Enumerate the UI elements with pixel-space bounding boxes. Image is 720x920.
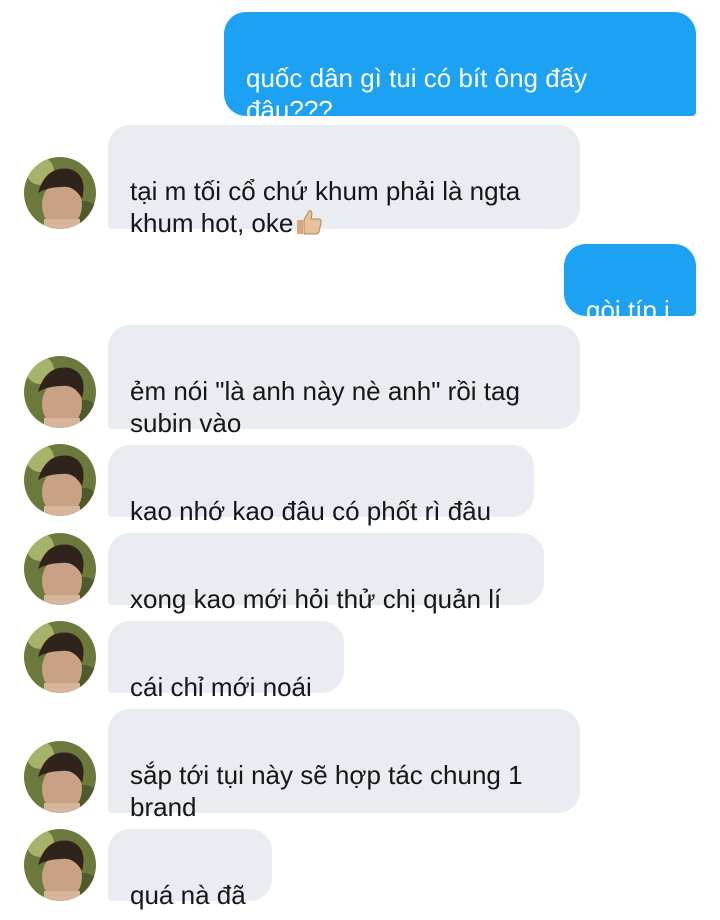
- avatar[interactable]: [24, 157, 96, 229]
- message-text: quá nà đã: [130, 880, 246, 910]
- message-text: ẻm nói "là anh này nè anh" rồi tag subin…: [130, 376, 520, 438]
- message-text: gòi típ i: [586, 295, 670, 325]
- message-text: quốc dân gì tui có bít ông đấy đâu???: [246, 63, 588, 125]
- message-bubble-outgoing[interactable]: quốc dân gì tui có bít ông đấy đâu???: [224, 12, 696, 125]
- avatar[interactable]: [24, 533, 96, 605]
- avatar[interactable]: [24, 621, 96, 693]
- message-text: sắp tới tụi này sẽ hợp tác chung 1 brand: [130, 760, 523, 822]
- message-bubble-incoming[interactable]: quá nà đã: [108, 829, 272, 910]
- message-bubble-incoming[interactable]: xong kao mới hỏi thử chị quản lí: [108, 533, 544, 614]
- thumbs-up-icon: [293, 207, 323, 237]
- chat-thread: quốc dân gì tui có bít ông đấy đâu??? tạ…: [0, 0, 720, 920]
- message-bubble-incoming[interactable]: tại m tối cổ chứ khum phải là ngta khum …: [108, 125, 580, 238]
- message-bubble-incoming[interactable]: ẻm nói "là anh này nè anh" rồi tag subin…: [108, 325, 580, 438]
- message-bubble-incoming[interactable]: kao nhớ kao đâu có phốt rì đâu: [108, 445, 534, 526]
- message-text: xong kao mới hỏi thử chị quản lí: [130, 584, 502, 614]
- message-text: kao nhớ kao đâu có phốt rì đâu: [130, 496, 492, 526]
- avatar[interactable]: [24, 741, 96, 813]
- avatar[interactable]: [24, 444, 96, 516]
- message-bubble-outgoing[interactable]: gòi típ i: [564, 244, 696, 325]
- avatar[interactable]: [24, 829, 96, 901]
- message-bubble-incoming[interactable]: cái chỉ mới noái: [108, 621, 344, 702]
- message-text: cái chỉ mới noái: [130, 672, 312, 702]
- message-text: tại m tối cổ chứ khum phải là ngta khum …: [130, 176, 521, 238]
- message-bubble-incoming[interactable]: sắp tới tụi này sẽ hợp tác chung 1 brand: [108, 709, 580, 822]
- avatar[interactable]: [24, 356, 96, 428]
